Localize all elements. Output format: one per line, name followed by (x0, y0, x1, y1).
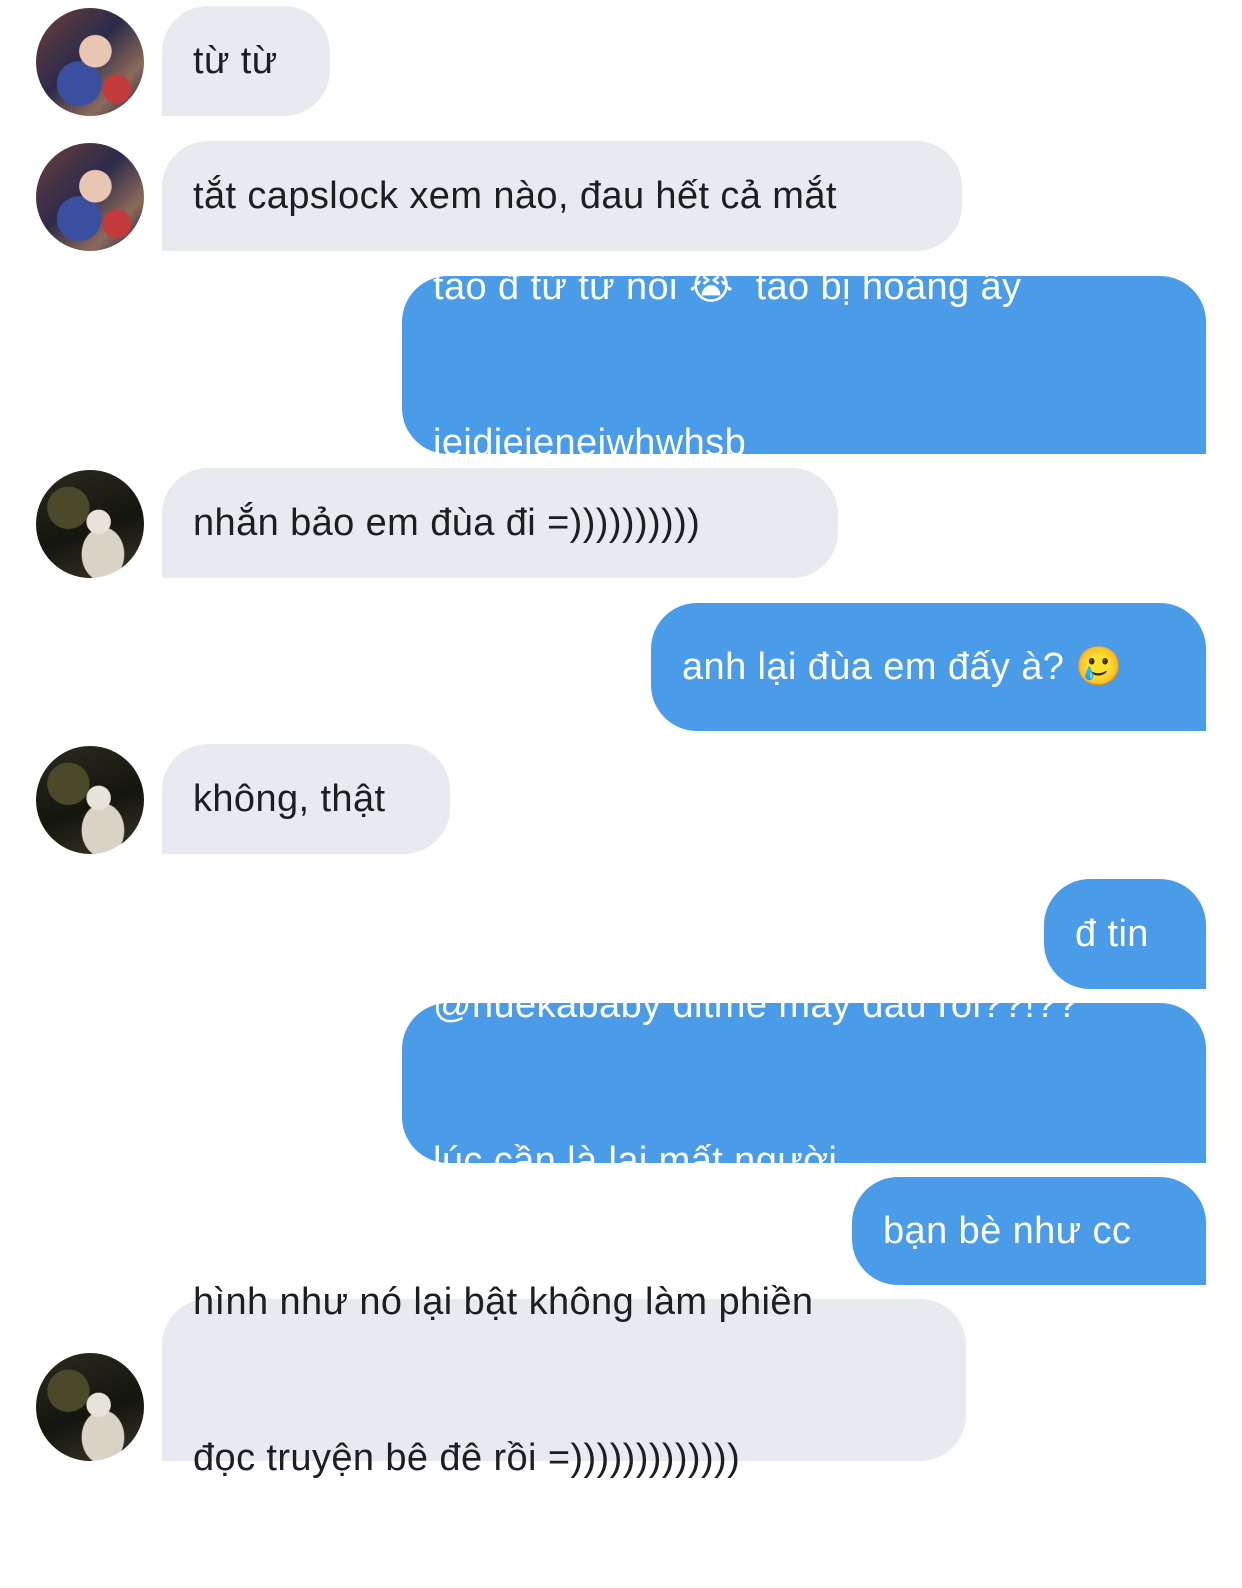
message-text: từ từ (193, 40, 278, 82)
sender-avatar[interactable] (36, 746, 144, 854)
message-line: tao đ từ từ nổi 😭 tao bị hoảng ấy (433, 266, 1022, 308)
sender-avatar[interactable] (36, 8, 144, 116)
outgoing-message[interactable]: bạn bè như cc (852, 1177, 1206, 1285)
message-text: đ tin (1075, 913, 1149, 955)
message-line: @huekababy ditme mày đâu rồi??!?? (433, 984, 1079, 1026)
outgoing-message[interactable]: tao đ từ từ nổi 😭 tao bị hoảng ấy jeidje… (402, 266, 1206, 464)
message-line: đọc truyện bê đê rồi =))))))))))))) (193, 1437, 741, 1479)
incoming-message[interactable]: nhắn bảo em đùa đi =)))))))))) (162, 468, 838, 578)
message-text: anh lại đùa em đấy à? 🥲 (682, 646, 1124, 688)
outgoing-message[interactable]: @huekababy ditme mày đâu rồi??!?? lúc cầ… (402, 984, 1206, 1182)
outgoing-message[interactable]: anh lại đùa em đấy à? 🥲 (651, 603, 1206, 731)
message-text: bạn bè như cc (883, 1210, 1132, 1252)
incoming-message[interactable]: hình như nó lại bật không làm phiền đọc … (162, 1281, 966, 1479)
sender-avatar[interactable] (36, 143, 144, 251)
message-line: jeidjeieneiwhwhsb (433, 422, 747, 464)
incoming-message[interactable]: không, thật (162, 744, 450, 854)
message-text: nhắn bảo em đùa đi =)))))))))) (193, 502, 701, 544)
incoming-message[interactable]: từ từ (162, 6, 330, 116)
message-line: hình như nó lại bật không làm phiền (193, 1281, 814, 1323)
sender-avatar[interactable] (36, 1353, 144, 1461)
message-text: không, thật (193, 778, 386, 820)
sender-avatar[interactable] (36, 470, 144, 578)
